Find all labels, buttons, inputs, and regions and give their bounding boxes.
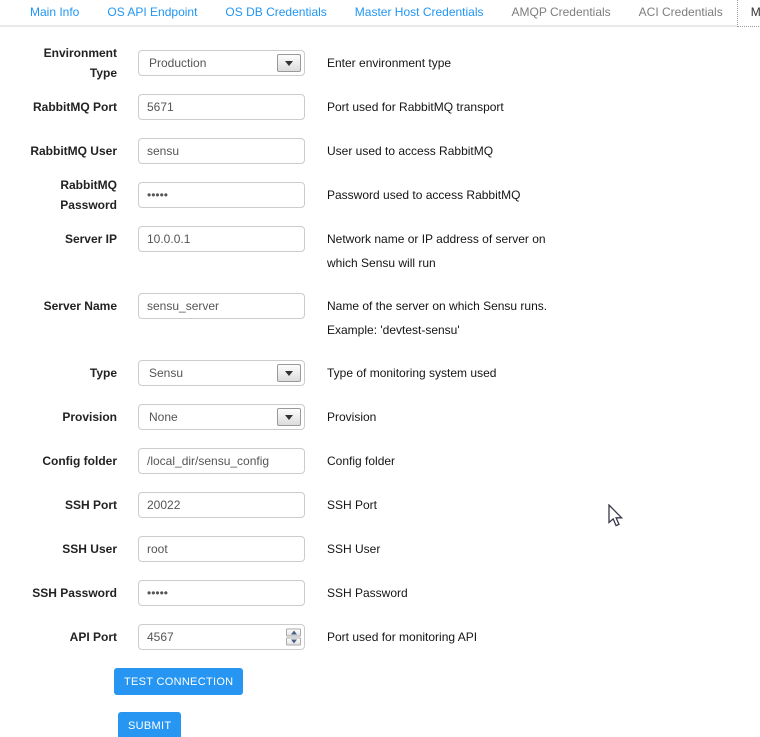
form-row-rabbitmq-password: RabbitMQ Password Password used to acces… <box>15 182 760 208</box>
chevron-down-icon[interactable] <box>277 54 301 72</box>
type-select[interactable]: Sensu <box>138 360 305 386</box>
form-row-api-port: API Port Port used for monitoring API <box>15 624 760 650</box>
field-control: Sensu <box>138 360 305 386</box>
field-label: SSH Port <box>15 492 117 518</box>
rabbitmq-port-input[interactable] <box>138 94 305 120</box>
stepper-up-icon[interactable] <box>286 629 301 637</box>
form-row-server-ip: Server IP Network name or IP address of … <box>15 226 760 275</box>
tab-monitoring[interactable]: Monitoring <box>737 0 760 27</box>
field-help-text: Enter environment type <box>327 50 551 75</box>
field-label: SSH Password <box>15 580 117 606</box>
form-row-rabbitmq-user: RabbitMQ User User used to access Rabbit… <box>15 138 760 164</box>
form-row-ssh-password: SSH Password SSH Password <box>15 580 760 606</box>
tab-label: Master Host Credentials <box>355 5 484 19</box>
field-help-text: Network name or IP address of server on … <box>327 226 551 275</box>
monitoring-form: Environment Type Production Enter enviro… <box>0 27 760 650</box>
submit-button[interactable]: SUBMIT <box>118 712 181 737</box>
tab-master-host-credentials[interactable]: Master Host Credentials <box>341 0 498 25</box>
ssh-port-input[interactable] <box>138 492 305 518</box>
field-help-text: Provision <box>327 404 551 429</box>
form-row-ssh-user: SSH User SSH User <box>15 536 760 562</box>
test-connection-button[interactable]: TEST CONNECTION <box>114 668 243 695</box>
select-value: Sensu <box>149 366 183 380</box>
field-label: Environment Type <box>15 50 117 76</box>
monitoring-settings-page: Main Info OS API Endpoint OS DB Credential… <box>0 0 760 737</box>
tab-label: OS DB Credentials <box>225 5 326 19</box>
field-control <box>138 536 305 562</box>
field-label: RabbitMQ User <box>15 138 117 164</box>
field-help-text: SSH Password <box>327 580 551 605</box>
rabbitmq-user-input[interactable] <box>138 138 305 164</box>
field-control <box>138 138 305 164</box>
field-control <box>138 624 305 650</box>
field-label: SSH User <box>15 536 117 562</box>
form-row-provision: Provision None Provision <box>15 404 760 430</box>
field-help-text: Type of monitoring system used <box>327 360 551 385</box>
tab-label: ACI Credentials <box>639 5 723 19</box>
form-row-environment-type: Environment Type Production Enter enviro… <box>15 50 760 76</box>
field-label: Provision <box>15 404 117 430</box>
field-control <box>138 580 305 606</box>
select-value: Production <box>149 56 206 70</box>
tab-label: OS API Endpoint <box>107 5 197 19</box>
chevron-down-icon[interactable] <box>277 408 301 426</box>
tab-amqp-credentials[interactable]: AMQP Credentials <box>498 0 625 25</box>
field-control <box>138 492 305 518</box>
form-row-rabbitmq-port: RabbitMQ Port Port used for RabbitMQ tra… <box>15 94 760 120</box>
form-row-server-name: Server Name Name of the server on which … <box>15 293 760 342</box>
tab-bar: Main Info OS API Endpoint OS DB Credential… <box>0 0 760 27</box>
tab-main-info[interactable]: Main Info <box>16 0 93 25</box>
field-label: Server Name <box>15 293 117 319</box>
field-help-text: SSH User <box>327 536 551 561</box>
tab-os-api-endpoint[interactable]: OS API Endpoint <box>93 0 211 25</box>
ssh-user-input[interactable] <box>138 536 305 562</box>
field-control: Production <box>138 50 305 76</box>
field-control <box>138 182 305 208</box>
tab-aci-credentials[interactable]: ACI Credentials <box>625 0 737 25</box>
field-label: Server IP <box>15 226 117 252</box>
field-control <box>138 293 305 319</box>
form-row-ssh-port: SSH Port SSH Port <box>15 492 760 518</box>
provision-select[interactable]: None <box>138 404 305 430</box>
number-stepper <box>286 629 301 646</box>
server-ip-input[interactable] <box>138 226 305 252</box>
tab-os-db-credentials[interactable]: OS DB Credentials <box>211 0 340 25</box>
field-label: RabbitMQ Password <box>15 182 117 208</box>
tab-label: Monitoring <box>751 5 760 19</box>
tab-label: AMQP Credentials <box>512 5 611 19</box>
field-label: RabbitMQ Port <box>15 94 117 120</box>
field-control <box>138 448 305 474</box>
api-port-input[interactable] <box>138 624 305 650</box>
select-value: None <box>149 410 178 424</box>
field-label: Type <box>15 360 117 386</box>
stepper-down-icon[interactable] <box>286 638 301 646</box>
field-control <box>138 94 305 120</box>
field-help-text: Password used to access RabbitMQ <box>327 182 551 207</box>
config-folder-input[interactable] <box>138 448 305 474</box>
field-help-text: Port used for monitoring API <box>327 624 551 649</box>
field-help-text: Config folder <box>327 448 551 473</box>
chevron-down-icon[interactable] <box>277 364 301 382</box>
form-row-config-folder: Config folder Config folder <box>15 448 760 474</box>
tab-label: Main Info <box>30 5 79 19</box>
form-row-type: Type Sensu Type of monitoring system use… <box>15 360 760 386</box>
field-label: Config folder <box>15 448 117 474</box>
field-label: API Port <box>15 624 117 650</box>
field-help-text: SSH Port <box>327 492 551 517</box>
field-help-text: Port used for RabbitMQ transport <box>327 94 551 119</box>
field-control: None <box>138 404 305 430</box>
server-name-input[interactable] <box>138 293 305 319</box>
ssh-password-input[interactable] <box>138 580 305 606</box>
environment-type-select[interactable]: Production <box>138 50 305 76</box>
field-control <box>138 226 305 252</box>
field-help-text: Name of the server on which Sensu runs. … <box>327 293 551 342</box>
field-help-text: User used to access RabbitMQ <box>327 138 551 163</box>
rabbitmq-password-input[interactable] <box>138 182 305 208</box>
